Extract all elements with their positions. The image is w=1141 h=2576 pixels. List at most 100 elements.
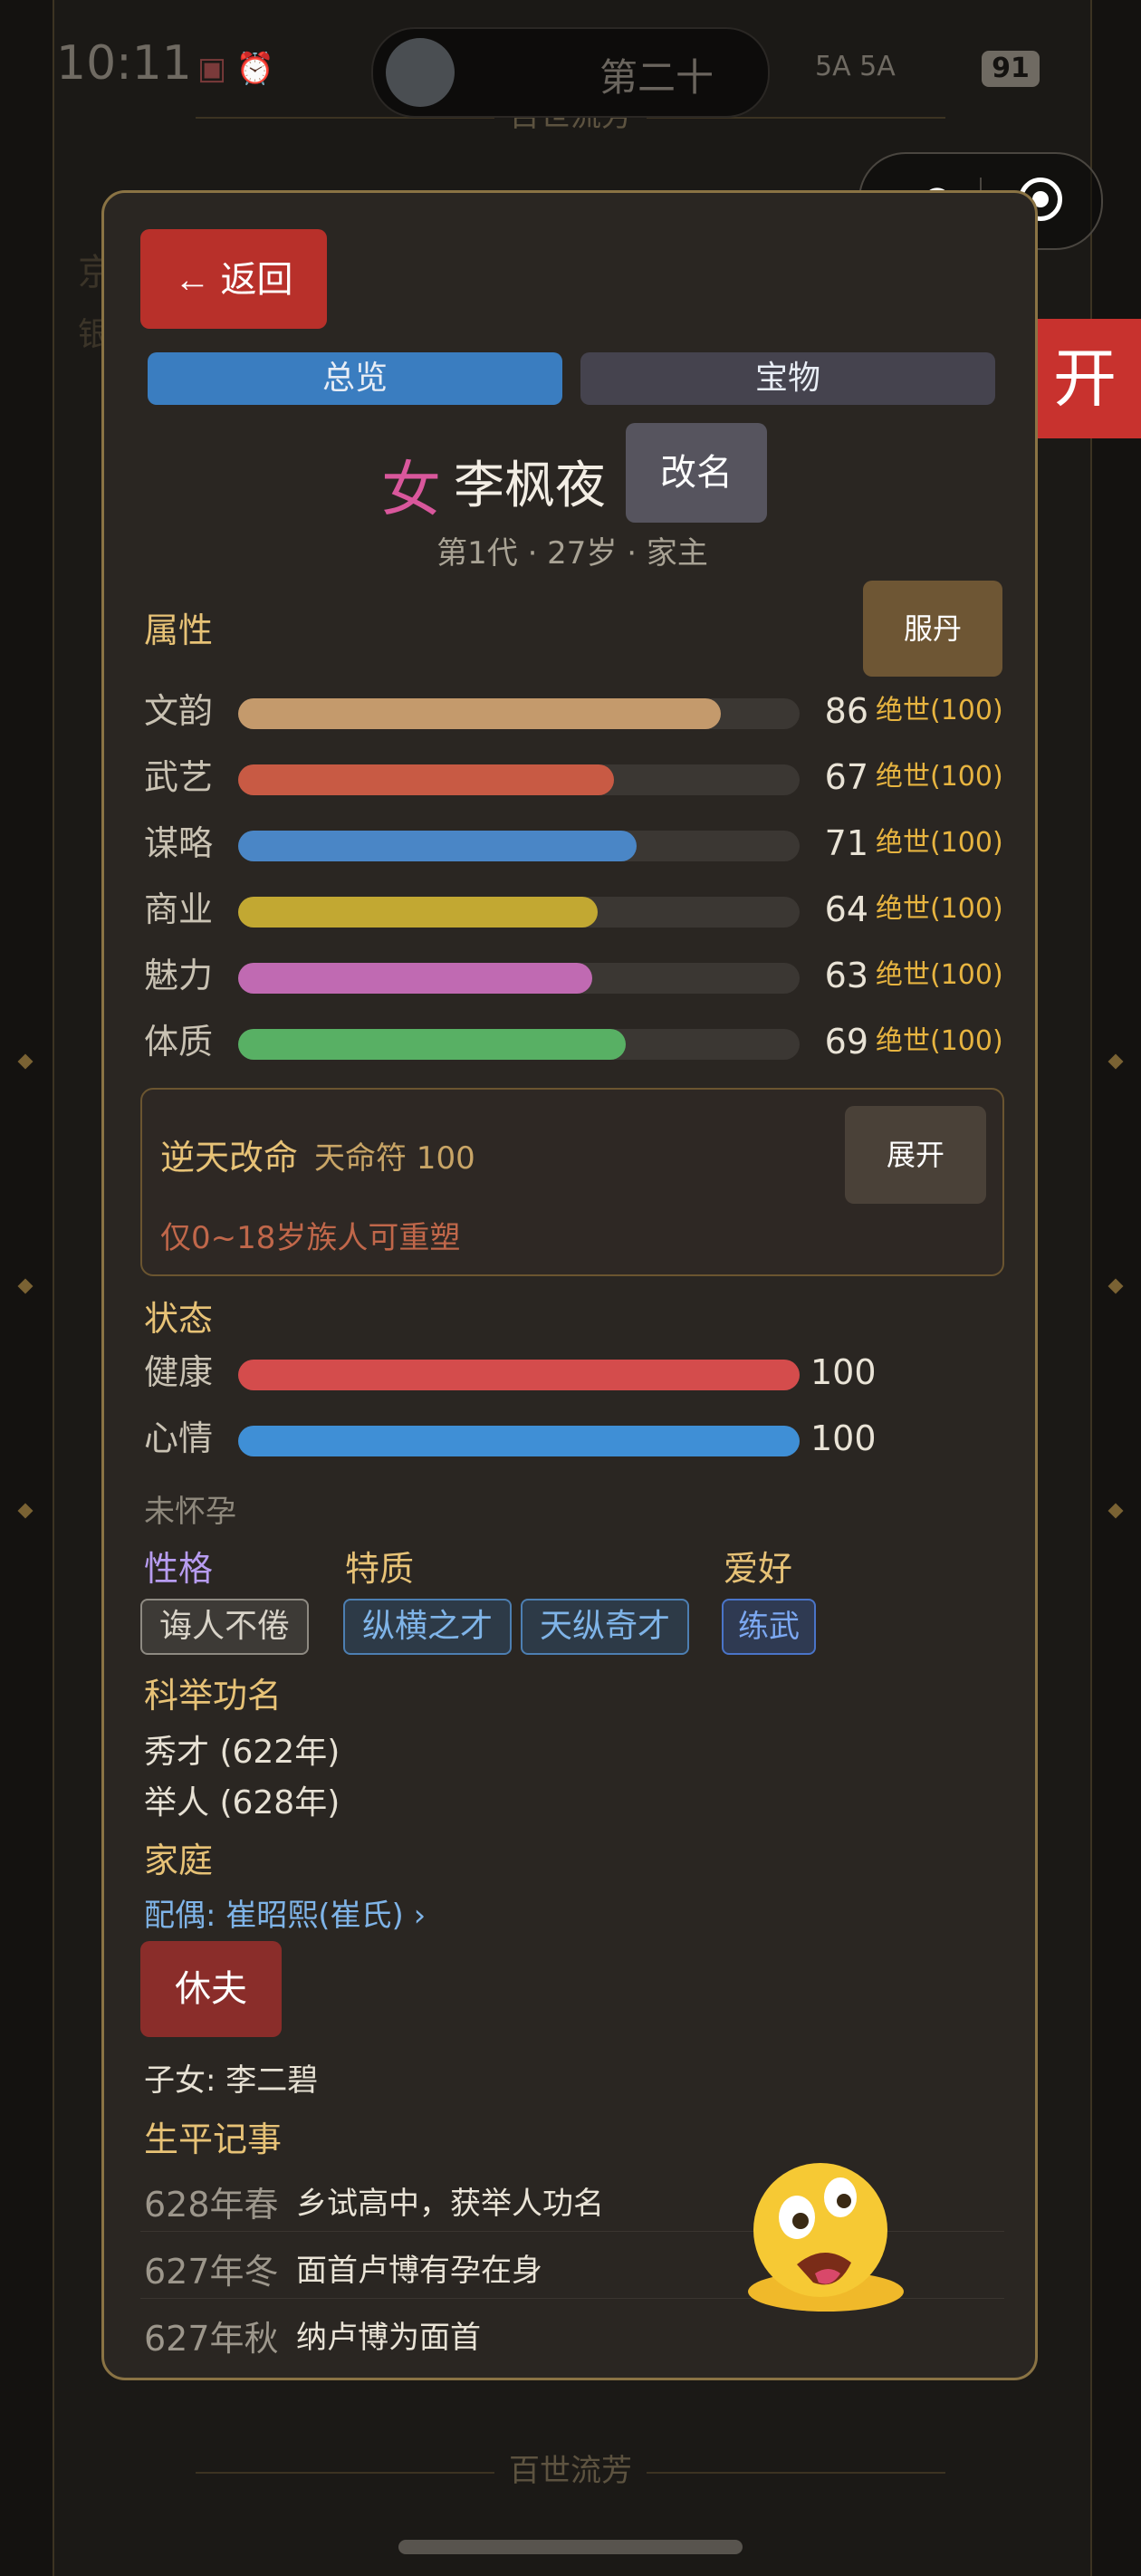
clock: 10:11 — [56, 36, 192, 91]
family-title: 家庭 — [144, 1841, 214, 1880]
quality-chip[interactable]: 天纵奇才 — [521, 1599, 689, 1655]
status-row: 心情 100 — [144, 1415, 959, 1462]
attribute-bar — [238, 698, 800, 729]
children-text: 子女: 李二碧 — [144, 2062, 319, 2099]
attribute-bar-fill — [238, 897, 598, 928]
fate-title: 逆天改命 — [160, 1138, 299, 1177]
hobby-chip[interactable]: 练武 — [722, 1599, 816, 1655]
attribute-row: 魅力 63 绝世(100) — [144, 952, 1013, 999]
decor-diamond-icon — [17, 1278, 34, 1294]
attribute-row: 体质 69 绝世(100) — [144, 1018, 1013, 1065]
attribute-value: 71 — [824, 823, 868, 863]
personality-chip[interactable]: 诲人不倦 — [140, 1599, 309, 1655]
status-bar — [238, 1426, 800, 1456]
attribute-bar-fill — [238, 1029, 626, 1060]
status-label: 心情 — [144, 1418, 214, 1458]
background-title-bottom: 百世流芳 — [0, 2446, 1141, 2490]
character-header: 女 李枫夜 改名 — [104, 423, 1035, 524]
decor-diamond-icon — [17, 1053, 34, 1070]
status-bar-fill — [238, 1426, 800, 1456]
attribute-value: 86 — [824, 691, 868, 731]
attribute-value: 67 — [824, 757, 868, 797]
attribute-cap: 绝世(100) — [876, 1025, 1003, 1057]
status-bar — [238, 1360, 800, 1390]
quality-chip[interactable]: 纵横之才 — [343, 1599, 512, 1655]
attribute-bar — [238, 831, 800, 861]
attribute-cap: 绝世(100) — [876, 761, 1003, 793]
tab-bar: 总览 宝物 — [148, 352, 999, 407]
attribute-row: 谋略 71 绝世(100) — [144, 820, 1013, 867]
event-text: 面首卢博有孕在身 — [296, 2253, 542, 2289]
gender-icon: 女 — [381, 455, 441, 524]
attribute-row: 武艺 67 绝世(100) — [144, 754, 1013, 801]
pregnancy-status: 未怀孕 — [144, 1494, 236, 1530]
attribute-label: 体质 — [144, 1022, 214, 1062]
battery-icon: 91 — [982, 51, 1040, 87]
attribute-value: 63 — [824, 956, 868, 995]
attribute-bar — [238, 764, 800, 795]
attribute-label: 武艺 — [144, 757, 214, 797]
attribute-cap: 绝世(100) — [876, 695, 1003, 726]
attribute-label: 商业 — [144, 889, 214, 929]
spouse-link[interactable]: 配偶: 崔昭熙(崔氏) › — [144, 1890, 426, 1935]
island-text: 第二十 — [599, 55, 714, 100]
open-button[interactable]: 开 — [1029, 319, 1141, 438]
status-bar: 10:11 ▣ ⏰ 第二十 5A 5A 91 — [0, 0, 1141, 136]
notification-icons: ▣ ⏰ — [197, 51, 275, 87]
pill-button[interactable]: 服丹 — [863, 581, 1002, 677]
attribute-bar — [238, 1029, 800, 1060]
attribute-bar — [238, 897, 800, 928]
tab-treasure[interactable]: 宝物 — [580, 352, 995, 405]
melting-face-icon — [748, 2163, 904, 2312]
back-button[interactable]: ← 返回 — [140, 229, 327, 329]
character-name: 李枫夜 — [454, 457, 606, 515]
attribute-value: 64 — [824, 889, 868, 929]
rename-button[interactable]: 改名 — [626, 423, 767, 523]
expand-button[interactable]: 展开 — [845, 1106, 986, 1204]
event-date: 627年秋 — [144, 2319, 279, 2359]
attribute-bar — [238, 963, 800, 994]
exam-title: 科举功名 — [144, 1676, 283, 1716]
status-title: 状态 — [144, 1299, 214, 1339]
attribute-row: 文韵 86 绝世(100) — [144, 687, 1013, 735]
personality-title: 性格 — [144, 1549, 214, 1589]
status-bar-fill — [238, 1360, 800, 1390]
fate-token-count: 天命符 100 — [314, 1140, 475, 1177]
attribute-value: 69 — [824, 1022, 868, 1062]
attribute-bar-fill — [238, 963, 592, 994]
attribute-label: 文韵 — [144, 691, 214, 731]
hobby-title: 爱好 — [724, 1549, 793, 1589]
divorce-button[interactable]: 休夫 — [140, 1941, 282, 2037]
fate-change-panel: 逆天改命 天命符 100 仅0~18岁族人可重塑 展开 — [140, 1088, 1004, 1276]
decor-diamond-icon — [17, 1503, 34, 1519]
attribute-cap: 绝世(100) — [876, 959, 1003, 991]
status-value: 100 — [810, 1352, 877, 1392]
event-date: 627年冬 — [144, 2252, 279, 2292]
attribute-row: 商业 64 绝世(100) — [144, 886, 1013, 933]
attributes-title: 属性 — [144, 610, 214, 650]
status-label: 健康 — [144, 1352, 214, 1392]
status-row: 健康 100 — [144, 1349, 959, 1396]
exam-entry: 秀才 (622年) — [144, 1734, 340, 1771]
event-text: 纳卢博为面首 — [296, 2320, 481, 2356]
attribute-cap: 绝世(100) — [876, 827, 1003, 859]
attribute-label: 魅力 — [144, 956, 214, 995]
quality-title: 特质 — [345, 1549, 415, 1589]
attribute-bar-fill — [238, 831, 638, 861]
home-indicator[interactable] — [398, 2540, 743, 2554]
attribute-bar-fill — [238, 698, 722, 729]
decor-diamond-icon — [1107, 1278, 1124, 1294]
character-modal: ← 返回 总览 宝物 女 李枫夜 改名 第1代 · 27岁 · 家主 属性 服丹… — [101, 190, 1038, 2380]
tab-overview[interactable]: 总览 — [148, 352, 562, 405]
attribute-bar-fill — [238, 764, 615, 795]
dynamic-island: 第二十 — [371, 27, 770, 118]
attribute-label: 谋略 — [144, 823, 214, 863]
event-date: 628年春 — [144, 2185, 279, 2225]
event-text: 乡试高中，获举人功名 — [296, 2186, 604, 2222]
decor-diamond-icon — [1107, 1053, 1124, 1070]
attribute-cap: 绝世(100) — [876, 893, 1003, 925]
media-thumbnail — [386, 38, 455, 107]
exam-entry: 举人 (628年) — [144, 1784, 340, 1821]
decor-diamond-icon — [1107, 1503, 1124, 1519]
character-subline: 第1代 · 27岁 · 家主 — [436, 535, 708, 572]
